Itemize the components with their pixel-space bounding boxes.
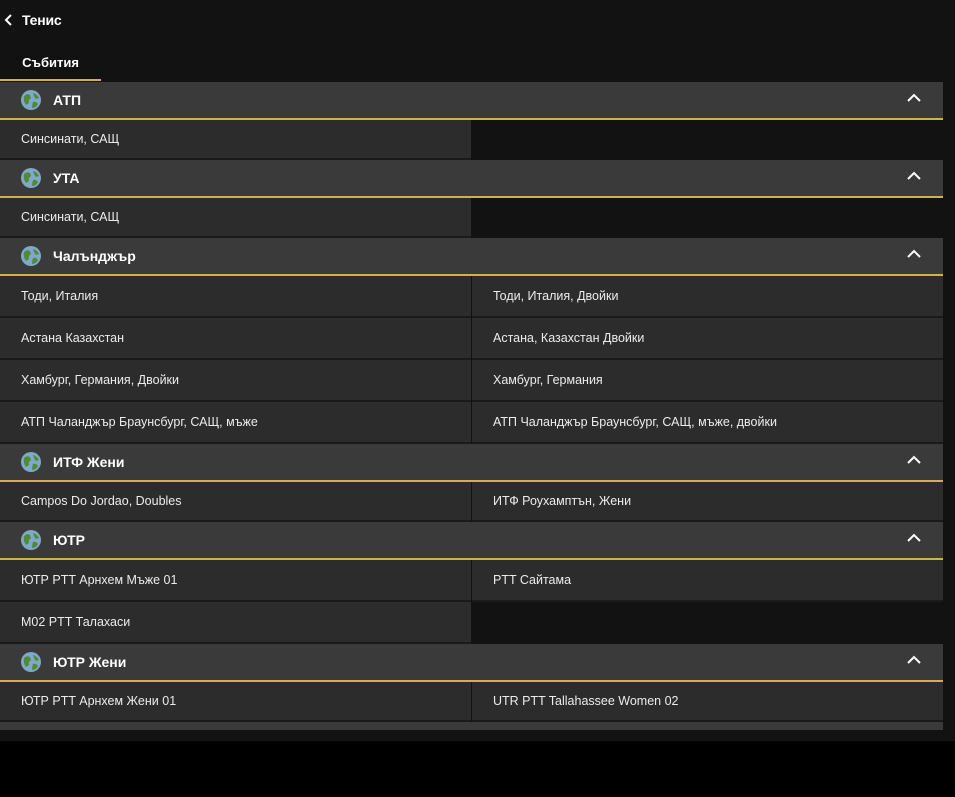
group-header[interactable]: АТП [0,82,943,120]
group-name: АТП [53,92,82,108]
event-item[interactable]: АТП Чаланджър Браунсбург, САЩ, мъже, дво… [472,402,943,444]
app-window: Тенис Събития АТП Синсинати, САЩ УТА Синсин… [0,0,955,741]
group-events: Синсинати, САЩ [0,198,943,238]
chevron-up-icon[interactable] [907,249,921,259]
group-events: Campos Do Jordao, Doubles ИТФ Роухамптън,… [0,482,943,522]
group-header[interactable]: Чалънджър [0,238,943,276]
globe-icon [20,651,42,673]
group-header[interactable]: УТА [0,160,943,198]
chevron-left-icon[interactable] [4,13,16,27]
empty-cell [472,198,943,238]
group-header[interactable]: ИТФ Жени [0,444,943,482]
group-name: УТА [53,170,80,186]
event-item[interactable]: Хамбург, Германия, Двойки [0,360,471,402]
globe-icon [20,245,42,267]
event-item[interactable]: Campos Do Jordao, Doubles [0,482,471,522]
chevron-up-icon[interactable] [907,655,921,665]
event-item[interactable]: АТП Чаланджър Браунсбург, САЩ, мъже [0,402,471,444]
group-header[interactable]: ЮТР Жени [0,644,943,682]
top-bar: Тенис [0,0,955,40]
event-item[interactable]: Хамбург, Германия [472,360,943,402]
chevron-up-icon[interactable] [907,533,921,543]
group-name: Чалънджър [53,248,136,264]
event-item[interactable]: ЮТР PTT Арнхем Жени 01 [0,682,471,722]
page-title: Тенис [22,12,62,28]
event-item[interactable]: PTT Сайтама [472,560,943,602]
event-item[interactable]: ИТФ Роухамптън, Жени [472,482,943,522]
group-name: ИТФ Жени [53,454,125,470]
event-item[interactable]: Тоди, Италия [0,276,471,318]
event-item[interactable]: Астана, Казахстан Двойки [472,318,943,360]
event-item[interactable]: UTR PTT Tallahassee Women 02 [472,682,943,722]
group-events: ЮТР PTT Арнхем Мъже 01 PTT Сайтама M02 PTT… [0,560,943,644]
globe-icon [20,167,42,189]
group-name: ЮТР Жени [53,654,127,670]
group-name: ЮТР [53,532,85,548]
tab-events[interactable]: Събития [0,44,101,81]
chevron-up-icon[interactable] [907,93,921,103]
group-header[interactable]: ЮТР [0,522,943,560]
group-events: ЮТР PTT Арнхем Жени 01 UTR PTT Tallahasse… [0,682,943,722]
empty-cell [472,120,943,160]
tournament-groups: АТП Синсинати, САЩ УТА Синсинати, САЩ Чалънд… [0,82,943,722]
event-item[interactable]: Синсинати, САЩ [0,198,471,238]
chevron-up-icon[interactable] [907,171,921,181]
chevron-up-icon[interactable] [907,455,921,465]
event-item[interactable]: M02 PTT Талахаси [0,602,471,644]
globe-icon [20,89,42,111]
globe-icon [20,529,42,551]
event-item[interactable]: Синсинати, САЩ [0,120,471,160]
event-item[interactable]: Астана Казахстан [0,318,471,360]
event-item[interactable]: ЮТР PTT Арнхем Мъже 01 [0,560,471,602]
group-events: Тоди, Италия Тоди, Италия, Двойки Астана К… [0,276,943,444]
event-item[interactable]: Тоди, Италия, Двойки [472,276,943,318]
empty-cell [472,602,943,644]
group-events: Синсинати, САЩ [0,120,943,160]
globe-icon [20,451,42,473]
next-group-header-partial [0,722,943,730]
tab-bar: Събития [0,40,955,82]
